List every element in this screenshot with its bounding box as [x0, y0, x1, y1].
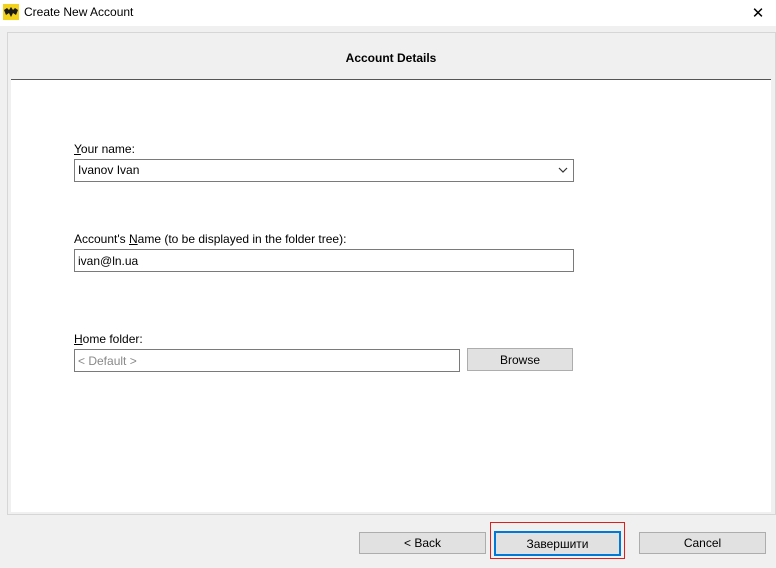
bat-icon	[3, 4, 19, 20]
home-folder-field[interactable]	[74, 349, 460, 372]
window-title: Create New Account	[24, 5, 134, 19]
cancel-button[interactable]: Cancel	[639, 532, 766, 554]
chevron-down-icon[interactable]	[557, 163, 569, 177]
home-folder-label-accesskey: H	[74, 332, 83, 346]
home-folder-label: Home folder:	[74, 332, 143, 346]
account-name-field[interactable]	[74, 249, 574, 272]
wizard-header: Account Details	[11, 36, 771, 80]
your-name-value: Ivanov Ivan	[78, 163, 140, 177]
home-folder-label-text: ome folder:	[82, 332, 143, 346]
account-name-input[interactable]	[75, 250, 573, 271]
account-name-label: Account's Name (to be displayed in the f…	[74, 232, 346, 246]
your-name-combobox[interactable]: Ivanov Ivan	[74, 159, 574, 182]
finish-button[interactable]: Завершити	[494, 531, 621, 556]
your-name-label-text: our name:	[80, 142, 135, 156]
title-bar: Create New Account ✕	[0, 0, 776, 26]
account-name-label-suffix: ame (to be displayed in the folder tree)…	[137, 232, 347, 246]
close-button[interactable]: ✕	[740, 0, 776, 26]
home-folder-input[interactable]	[75, 350, 459, 371]
account-name-label-accesskey: N	[128, 232, 138, 246]
account-name-label-prefix: Account's	[74, 232, 129, 246]
page-title: Account Details	[345, 51, 437, 65]
back-button[interactable]: < Back	[359, 532, 486, 554]
your-name-label-accesskey: Y	[74, 142, 81, 156]
your-name-label: Your name:	[74, 142, 135, 156]
browse-button[interactable]: Browse	[467, 348, 573, 371]
close-icon: ✕	[751, 5, 765, 22]
